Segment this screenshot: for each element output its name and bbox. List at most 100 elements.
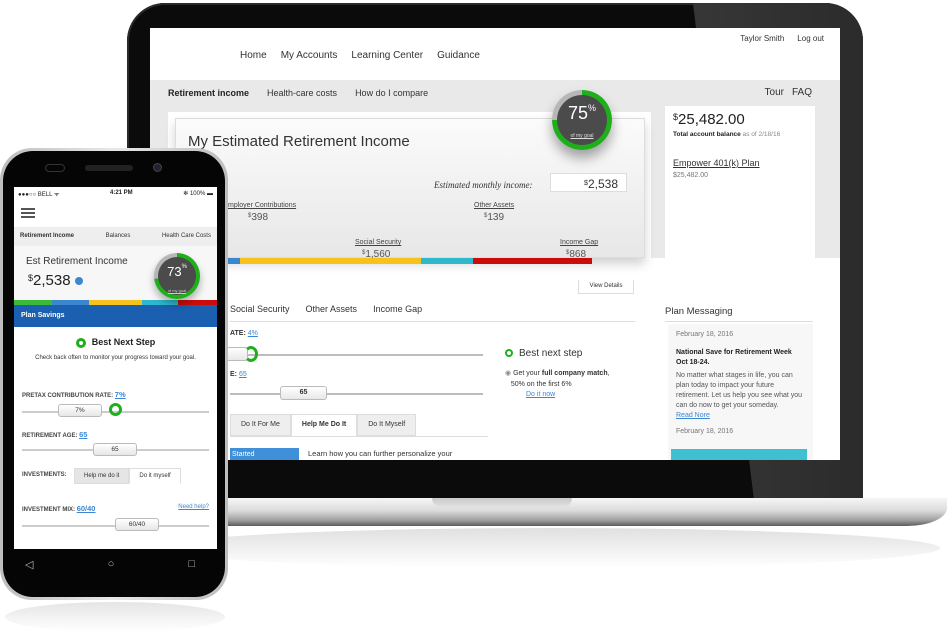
info-icon[interactable] <box>74 277 83 286</box>
tab-health-care-costs[interactable]: Health Care Costs <box>162 233 211 246</box>
age-slider-thumb[interactable]: 65 <box>280 386 327 400</box>
age-value-link[interactable]: 65 <box>239 371 247 378</box>
back-icon[interactable]: ◁ <box>25 558 33 571</box>
phone-screen: ●●●○○ BELL ᯤ 4:21 PM ✻ 100% ▬ Retirement… <box>14 187 217 549</box>
retirement-age-link[interactable]: 65 <box>79 430 87 439</box>
total-balance-label: Total account balance as of 2/18/16 <box>673 131 781 138</box>
rate-value-link[interactable]: 4% <box>248 330 258 337</box>
investment-mix-link[interactable]: 60/40 <box>77 504 96 513</box>
tab-do-it-myself[interactable]: Do It Myself <box>357 414 417 436</box>
laptop-notch <box>432 498 572 507</box>
learn-text: Learn how you can further personalize yo… <box>308 449 453 458</box>
pretax-slider-thumb[interactable]: 7% <box>58 404 102 417</box>
tab-retirement-income[interactable]: Retirement Income <box>20 233 74 246</box>
nav-my-accounts[interactable]: My Accounts <box>281 50 338 61</box>
rate-label: ATE: 4% <box>230 330 258 337</box>
segment-social-security <box>240 258 421 264</box>
monthly-income-amount: 2,538 <box>587 177 618 191</box>
do-it-now-link[interactable]: Do it now <box>526 391 555 398</box>
est-income-value: $2,538 <box>28 272 83 289</box>
pretax-value-link[interactable]: 7% <box>115 390 126 399</box>
home-icon[interactable]: ○ <box>108 558 115 571</box>
segment-blue <box>52 300 89 305</box>
speaker <box>85 165 133 171</box>
view-details-button[interactable]: View Details <box>578 280 634 294</box>
est-income-title: Est Retirement Income <box>26 256 128 267</box>
need-help-link[interactable]: Need help? <box>178 504 209 510</box>
nav-learning-center[interactable]: Learning Center <box>351 50 423 61</box>
rate-target-marker <box>244 346 258 362</box>
tab-help-me-do-it[interactable]: Help me do it <box>74 468 130 484</box>
tab-retirement-income[interactable]: Retirement income <box>168 88 249 98</box>
plan-amount: $25,482.00 <box>673 172 709 179</box>
income-gap-label[interactable]: Income Gap <box>560 239 598 246</box>
plan-messaging-title: Plan Messaging <box>665 306 733 317</box>
segment-other-assets <box>421 258 473 264</box>
tab-other-assets[interactable]: Other Assets <box>306 304 358 314</box>
tab-do-it-for-me[interactable]: Do It For Me <box>230 414 291 436</box>
message-body: No matter what stages in life, you can p… <box>676 372 803 409</box>
message-date: February 18, 2016 <box>676 331 734 338</box>
mix-slider-thumb[interactable]: 60/40 <box>115 518 159 531</box>
tab-health-care-costs[interactable]: Health-care costs <box>267 88 337 98</box>
target-pin-icon <box>109 403 122 416</box>
promo-banner[interactable] <box>671 449 807 460</box>
laptop-reflection <box>160 528 940 568</box>
carrier: ●●●○○ BELL ᯤ <box>18 192 60 198</box>
other-assets-label[interactable]: Other Assets <box>474 202 514 209</box>
investments-label: INVESTMENTS: <box>22 472 67 478</box>
goal-label[interactable]: of my goal <box>168 288 186 293</box>
logout-link[interactable]: Log out <box>797 34 824 43</box>
segment-red <box>178 300 217 305</box>
best-next-step-heading: Best next step <box>505 348 582 359</box>
user-links: Taylor Smith Log out <box>740 34 824 43</box>
employer-contributions-label[interactable]: mployer Contributions <box>228 202 296 209</box>
age-slider-track[interactable] <box>230 393 483 395</box>
divider <box>665 321 813 322</box>
nav-guidance[interactable]: Guidance <box>437 50 480 61</box>
rate-slider-track[interactable] <box>230 354 483 356</box>
currency-symbol: $ <box>583 178 588 187</box>
pin-icon <box>505 349 513 358</box>
income-breakdown-bar <box>14 300 217 305</box>
other-assets-value: $139 <box>484 212 505 223</box>
plan-link[interactable]: Empower 401(k) Plan <box>673 158 760 168</box>
goal-percent: 73% <box>167 264 187 279</box>
employer-contributions-value: $398 <box>248 212 269 223</box>
tab-social-security[interactable]: Social Security <box>230 304 290 314</box>
tab-how-do-i-compare[interactable]: How do I compare <box>355 88 428 98</box>
laptop-screen: Taylor Smith Log out Home My Accounts Le… <box>150 28 840 460</box>
menu-icon[interactable] <box>21 208 35 218</box>
status-bar: ●●●○○ BELL ᯤ 4:21 PM ✻ 100% ▬ <box>14 187 217 200</box>
nav-home[interactable]: Home <box>240 50 267 61</box>
tab-income-gap[interactable]: Income Gap <box>373 304 422 314</box>
recent-apps-icon[interactable]: □ <box>188 558 195 571</box>
read-more-link[interactable]: Read Nore <box>676 411 805 421</box>
sensor <box>45 164 65 172</box>
action-tabs: Do It For Me Help Me Do It Do It Myself <box>230 414 417 436</box>
social-security-label[interactable]: Social Security <box>355 239 401 246</box>
get-started-button[interactable]: Started <box>230 448 299 460</box>
goal-label[interactable]: of my goal <box>570 133 593 139</box>
faq-link[interactable]: FAQ <box>792 87 812 98</box>
phone-reflection <box>5 602 225 632</box>
android-nav-bar: ◁ ○ □ <box>25 558 195 571</box>
age-label: E: 65 <box>230 371 247 378</box>
tour-link[interactable]: Tour <box>765 87 784 98</box>
monthly-income-value: $2,538 <box>550 173 627 192</box>
pin-icon <box>75 337 86 348</box>
main-nav: Home My Accounts Learning Center Guidanc… <box>240 50 480 61</box>
goal-percent: 75% <box>567 103 597 123</box>
goal-percent-value: 75 <box>567 103 588 123</box>
age-slider-thumb[interactable]: 65 <box>93 443 137 456</box>
retirement-age-label: RETIREMENT AGE: 65 <box>22 430 88 439</box>
pretax-label: PRETAX CONTRIBUTION RATE: 7% <box>22 390 126 399</box>
tab-balances[interactable]: Balances <box>106 233 131 246</box>
user-name[interactable]: Taylor Smith <box>740 34 784 43</box>
social-security-value: $1,560 <box>362 249 391 260</box>
tab-do-it-myself[interactable]: Do it myself <box>129 468 181 484</box>
income-gap-value: $868 <box>566 249 587 260</box>
investment-mix-label: INVESTMENT MIX: 60/40 <box>22 504 96 513</box>
tab-help-me-do-it[interactable]: Help Me Do It <box>290 414 358 436</box>
card-title: My Estimated Retirement Income <box>188 133 410 150</box>
